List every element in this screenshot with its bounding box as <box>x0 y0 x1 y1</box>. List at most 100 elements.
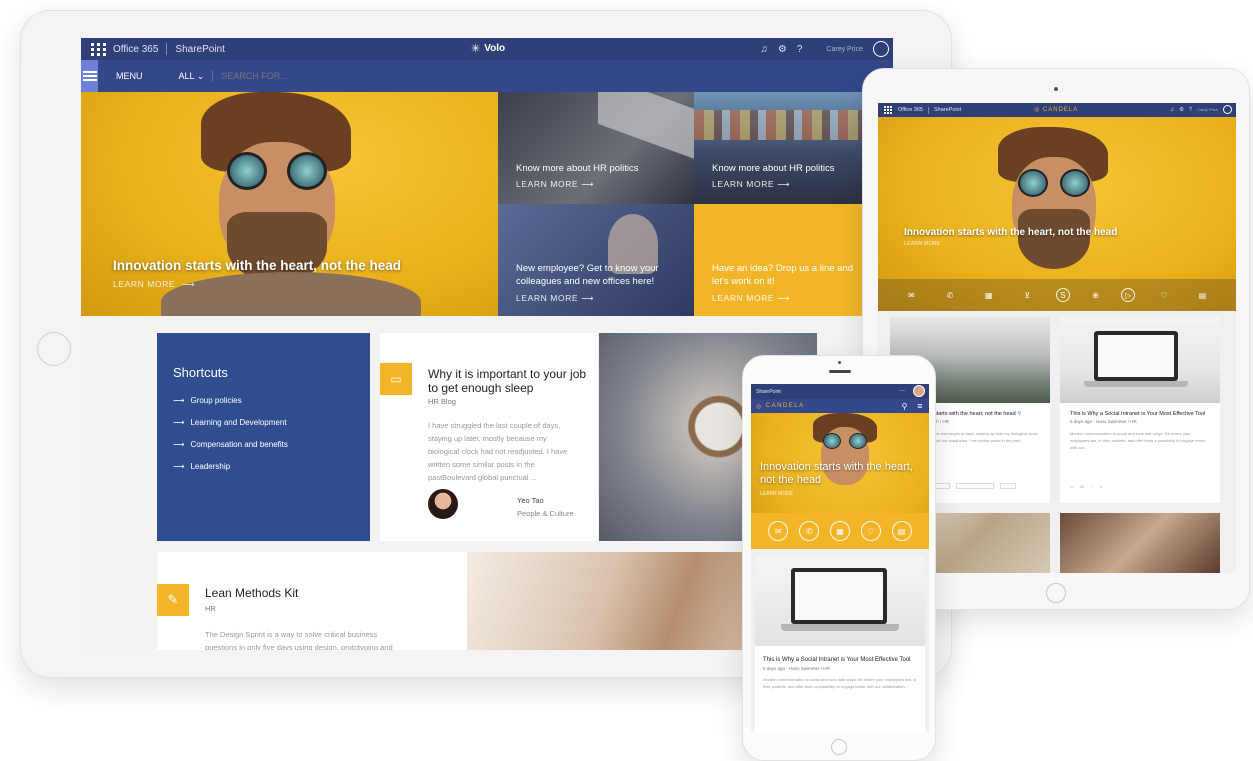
author-department: People & Culture <box>517 509 574 518</box>
tablet-news-card-2[interactable]: This is Why a Social Intranet is Your Mo… <box>1060 317 1220 503</box>
office-365-label[interactable]: Office 365 <box>113 44 158 55</box>
sunglasses <box>227 152 327 190</box>
arrow-right-icon: ⟶ <box>173 396 185 405</box>
news-title[interactable]: starts with the heart, not the head <box>934 411 1016 417</box>
avatar-icon[interactable] <box>1223 105 1232 114</box>
app-launcher-icon[interactable] <box>883 105 893 115</box>
help-icon[interactable]: ? <box>1189 107 1192 113</box>
shortcuts-panel: Shortcuts ⟶ Group policies ⟶ Learning and … <box>157 333 370 541</box>
phone-icon[interactable]: ✆ <box>940 285 960 305</box>
article-excerpt: I have struggled the last couple of days… <box>428 421 568 482</box>
avatar[interactable] <box>913 385 925 397</box>
help-icon[interactable]: ? <box>797 44 803 55</box>
tag-chip[interactable] <box>956 483 994 489</box>
gear-icon[interactable]: ⚙ <box>778 44 787 55</box>
phone-news-card[interactable]: This is Why a Social Intranet is Your Mo… <box>755 556 925 732</box>
article-title[interactable]: Why it is important to your job to get e… <box>428 367 592 395</box>
like-count: 4 <box>1099 484 1103 489</box>
author-name[interactable]: Yeo Tao <box>517 496 544 505</box>
tag-chip[interactable] <box>1000 483 1016 489</box>
office-suite-bar: Office 365 SharePoint ✳ Volo ♫ ⚙ ? Carey… <box>81 38 893 60</box>
divider <box>927 106 929 114</box>
hero-title: Innovation starts with the heart, not th… <box>760 461 913 486</box>
tablet-suite-bar: Office 365 SharePoint ◎ CANDELA ♫ ⚙ ? Ca… <box>878 103 1236 117</box>
sharepoint-label[interactable]: SharePoint <box>934 107 961 113</box>
notification-bell-icon[interactable]: ♫ <box>760 44 768 55</box>
promo-tile-new-employee[interactable]: New employee? Get to know your colleague… <box>498 204 694 316</box>
phone-screen: SharePoint ... ◎ CANDELA ⚲ ≡ Innovation … <box>751 384 929 732</box>
shortcut-label: Leadership <box>190 462 231 471</box>
hamburger-icon <box>82 71 97 81</box>
shortcut-item-group-policies[interactable]: ⟶ Group policies <box>173 396 354 405</box>
phone-suite-bar: SharePoint ... <box>751 384 929 399</box>
shortcuts-title: Shortcuts <box>173 365 228 380</box>
notification-bell-icon[interactable]: ♫ <box>1170 107 1174 113</box>
heart-icon[interactable]: ♡ <box>860 521 881 541</box>
hero-cta[interactable]: LEARN MORE <box>904 241 940 247</box>
filter-label: ALL <box>178 70 195 81</box>
search-icon[interactable]: ⚲ <box>902 402 909 411</box>
more-dots-icon[interactable]: ... <box>899 386 905 393</box>
kit-excerpt: The Design Sprint is a way to solve crit… <box>205 630 393 650</box>
document-icon[interactable]: ▤ <box>891 521 912 541</box>
shortcut-item-compensation[interactable]: ⟶ Compensation and benefits <box>173 440 354 449</box>
heart-icon[interactable]: ♡ <box>1154 285 1174 305</box>
mail-icon[interactable]: ✉ <box>901 285 921 305</box>
skype-icon[interactable]: S <box>1055 288 1070 302</box>
calendar-icon[interactable]: ▦ <box>979 285 999 305</box>
hero-cta[interactable]: LEARN MORE <box>113 279 175 289</box>
gear-icon[interactable]: ⚙ <box>1179 107 1184 113</box>
menu-label[interactable]: MENU <box>116 71 143 81</box>
phone-icon[interactable]: ✆ <box>799 521 820 541</box>
promo-tile-hr-politics-1[interactable]: Know more about HR politics LEARN MORE ⟶ <box>498 92 694 204</box>
tile-cta[interactable]: LEARN MORE <box>712 293 774 303</box>
article-card[interactable]: ▭ Why it is important to your job to get… <box>380 333 598 541</box>
comment-icon[interactable]: ▭ <box>1070 484 1074 489</box>
pin-icon[interactable]: ⚲ <box>1017 411 1021 417</box>
app-launcher-icon[interactable] <box>89 41 106 57</box>
cart-icon[interactable]: ⊻ <box>1017 285 1037 305</box>
avatar-icon[interactable] <box>873 41 889 57</box>
globe-icon[interactable]: ⊕ <box>1089 288 1103 302</box>
menu-toggle[interactable] <box>81 60 98 92</box>
sunglasses <box>823 433 867 449</box>
tag-chip[interactable] <box>934 483 950 489</box>
tablet-quicklinks-bar: ✉ ✆ ▦ ⊻ S ⊕ ▷ ♡ ▤ <box>878 279 1236 311</box>
kit-title[interactable]: Lean Methods Kit <box>205 586 298 600</box>
laptop-photo <box>598 92 694 161</box>
arrow-right-icon: ⟶ <box>173 462 185 471</box>
play-icon[interactable]: ▷ <box>1121 288 1136 302</box>
tablet-hero[interactable]: Innovation starts with the heart, not th… <box>878 117 1236 311</box>
sharepoint-label[interactable]: SharePoint <box>175 44 224 55</box>
arrow-right-icon: ⟶ <box>777 179 790 189</box>
hamburger-icon[interactable]: ≡ <box>917 401 924 411</box>
calendar-icon[interactable]: ▦ <box>829 521 850 541</box>
sharepoint-label[interactable]: SharePoint <box>756 389 781 395</box>
tile-cta[interactable]: LEARN MORE <box>712 179 774 189</box>
lean-methods-card[interactable]: ✎ Lean Methods Kit HR The Design Sprint … <box>157 552 467 650</box>
like-icon[interactable]: ♡ <box>1090 484 1094 489</box>
tile-title: Know more about HR politics <box>516 163 639 174</box>
user-name[interactable]: Carey Price <box>826 46 863 53</box>
laptop-photo <box>1060 317 1220 403</box>
shortcut-label: Group policies <box>190 396 242 405</box>
mail-icon[interactable]: ✉ <box>768 521 789 541</box>
hero-cta[interactable]: LEARN MORE <box>760 491 793 497</box>
search-input[interactable] <box>221 71 522 81</box>
news-title[interactable]: This is Why a Social Intranet is Your Mo… <box>755 646 925 664</box>
user-name[interactable]: Carey Price <box>1197 107 1218 112</box>
tile-cta[interactable]: LEARN MORE <box>516 179 578 189</box>
kit-category: HR <box>205 604 216 613</box>
filter-dropdown[interactable]: ALL ⌄ <box>179 71 205 82</box>
document-icon[interactable]: ▤ <box>1193 285 1213 305</box>
office-365-label[interactable]: Office 365 <box>898 107 923 113</box>
home-button <box>37 332 71 366</box>
shortcut-item-leadership[interactable]: ⟶ Leadership <box>173 462 354 471</box>
hero-title: Innovation starts with the heart, not th… <box>113 258 402 273</box>
news-excerpt: Modern communication is social and runs … <box>763 677 917 689</box>
phone-hero[interactable]: Innovation starts with the heart, not th… <box>751 413 929 549</box>
tile-cta[interactable]: LEARN MORE <box>516 293 578 303</box>
shortcut-item-learning[interactable]: ⟶ Learning and Development <box>173 418 354 427</box>
news-title[interactable]: This is Why a Social Intranet is Your Mo… <box>1060 403 1220 417</box>
hero-banner[interactable]: Innovation starts with the heart, not th… <box>81 92 498 316</box>
